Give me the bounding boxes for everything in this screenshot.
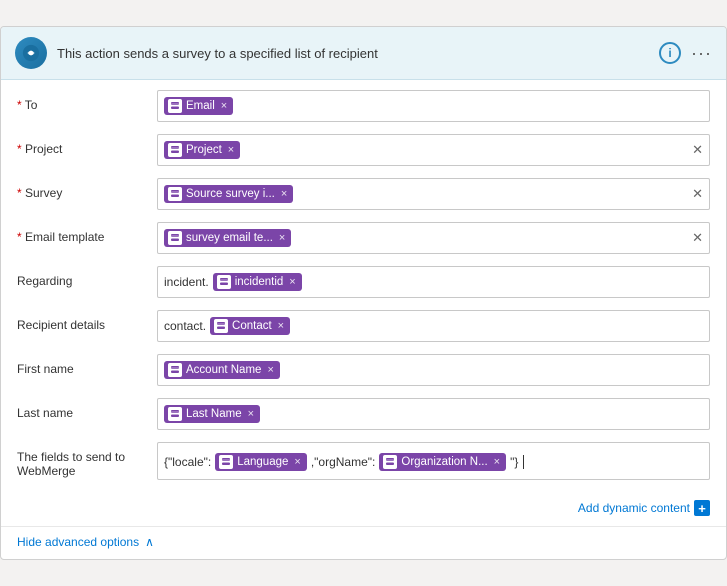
add-dynamic-content-button[interactable]: Add dynamic content + xyxy=(578,500,710,516)
token-last-name[interactable]: Last Name × xyxy=(164,405,260,423)
label-webmerge: The fields to send to WebMerge xyxy=(17,442,157,478)
token-contact-remove[interactable]: × xyxy=(278,320,284,332)
token-last-name-remove[interactable]: × xyxy=(248,408,254,420)
token-email-template[interactable]: survey email te... × xyxy=(164,229,291,247)
token-project-label: Project xyxy=(186,144,222,156)
field-email-template-clear[interactable]: ✕ xyxy=(692,230,703,246)
token-db-icon xyxy=(383,455,397,469)
label-project: * Project xyxy=(17,134,157,156)
webmerge-middle: ,"orgName": xyxy=(311,455,376,469)
token-project[interactable]: Project × xyxy=(164,141,240,159)
hide-advanced-section: Hide advanced options ∧ xyxy=(1,526,726,559)
label-recipient-details: Recipient details xyxy=(17,310,157,332)
action-card: This action sends a survey to a specifie… xyxy=(0,26,727,560)
form-row-recipient-details: Recipient details contact. Contact × xyxy=(17,310,710,346)
token-db-icon xyxy=(168,99,182,113)
field-webmerge[interactable]: {"locale": Language × ,"orgName": Organi… xyxy=(157,442,710,480)
add-dynamic-label: Add dynamic content xyxy=(578,501,690,515)
token-survey-remove[interactable]: × xyxy=(281,188,287,200)
form-row-project: * Project Project × ✕ xyxy=(17,134,710,170)
field-recipient-details[interactable]: contact. Contact × xyxy=(157,310,710,342)
token-db-icon xyxy=(219,455,233,469)
token-survey-label: Source survey i... xyxy=(186,188,275,200)
add-dynamic-plus-icon: + xyxy=(694,500,710,516)
hide-advanced-button[interactable]: Hide advanced options xyxy=(17,535,139,549)
token-language-remove[interactable]: × xyxy=(294,456,300,468)
token-db-icon xyxy=(168,231,182,245)
label-email-template: * Email template xyxy=(17,222,157,244)
token-contact-label: Contact xyxy=(232,320,272,332)
field-last-name[interactable]: Last Name × xyxy=(157,398,710,430)
webmerge-suffix: "} xyxy=(510,455,518,469)
label-survey: * Survey xyxy=(17,178,157,200)
app-icon xyxy=(15,37,47,69)
form-row-last-name: Last name Last Name × xyxy=(17,398,710,434)
token-email-template-remove[interactable]: × xyxy=(279,232,285,244)
token-incidentid[interactable]: incidentid × xyxy=(213,273,302,291)
webmerge-prefix: {"locale": xyxy=(164,455,211,469)
more-options-icon[interactable]: ··· xyxy=(691,43,712,64)
field-to[interactable]: Email × xyxy=(157,90,710,122)
info-icon[interactable]: i xyxy=(659,42,681,64)
token-email-label: Email xyxy=(186,100,215,112)
header-title: This action sends a survey to a specifie… xyxy=(57,46,649,61)
form-row-webmerge: The fields to send to WebMerge {"locale"… xyxy=(17,442,710,480)
token-db-icon xyxy=(168,187,182,201)
token-org-name-remove[interactable]: × xyxy=(494,456,500,468)
label-to: * To xyxy=(17,90,157,112)
field-first-name[interactable]: Account Name × xyxy=(157,354,710,386)
token-db-icon xyxy=(214,319,228,333)
form-row-regarding: Regarding incident. incidentid × xyxy=(17,266,710,302)
regarding-prefix: incident. xyxy=(164,275,209,289)
token-db-icon xyxy=(168,143,182,157)
token-db-icon xyxy=(168,363,182,377)
form-row-email-template: * Email template survey email te... × ✕ xyxy=(17,222,710,258)
token-db-icon xyxy=(168,407,182,421)
label-last-name: Last name xyxy=(17,398,157,420)
token-incidentid-remove[interactable]: × xyxy=(289,276,295,288)
form-row-survey: * Survey Source survey i... × ✕ xyxy=(17,178,710,214)
token-incidentid-label: incidentid xyxy=(235,276,284,288)
card-footer: Add dynamic content + xyxy=(1,496,726,526)
token-account-name-remove[interactable]: × xyxy=(267,364,273,376)
card-body: * To Email × * Project Project xyxy=(1,80,726,496)
label-first-name: First name xyxy=(17,354,157,376)
field-survey[interactable]: Source survey i... × ✕ xyxy=(157,178,710,210)
text-cursor xyxy=(523,455,524,469)
label-regarding: Regarding xyxy=(17,266,157,288)
card-header: This action sends a survey to a specifie… xyxy=(1,27,726,80)
token-language-label: Language xyxy=(237,456,288,468)
field-project-clear[interactable]: ✕ xyxy=(692,142,703,158)
token-email-remove[interactable]: × xyxy=(221,100,227,112)
token-db-icon xyxy=(217,275,231,289)
token-language[interactable]: Language × xyxy=(215,453,307,471)
token-org-name-label: Organization N... xyxy=(401,456,487,468)
field-email-template[interactable]: survey email te... × ✕ xyxy=(157,222,710,254)
token-contact[interactable]: Contact × xyxy=(210,317,290,335)
form-row-first-name: First name Account Name × xyxy=(17,354,710,390)
token-org-name[interactable]: Organization N... × xyxy=(379,453,506,471)
token-email[interactable]: Email × xyxy=(164,97,233,115)
recipient-prefix: contact. xyxy=(164,319,206,333)
token-account-name-label: Account Name xyxy=(186,364,261,376)
field-regarding[interactable]: incident. incidentid × xyxy=(157,266,710,298)
token-last-name-label: Last Name xyxy=(186,408,242,420)
token-project-remove[interactable]: × xyxy=(228,144,234,156)
token-survey[interactable]: Source survey i... × xyxy=(164,185,293,203)
field-survey-clear[interactable]: ✕ xyxy=(692,186,703,202)
chevron-up-icon: ∧ xyxy=(145,535,154,549)
form-row-to: * To Email × xyxy=(17,90,710,126)
token-account-name[interactable]: Account Name × xyxy=(164,361,280,379)
field-project[interactable]: Project × ✕ xyxy=(157,134,710,166)
token-email-template-label: survey email te... xyxy=(186,232,273,244)
